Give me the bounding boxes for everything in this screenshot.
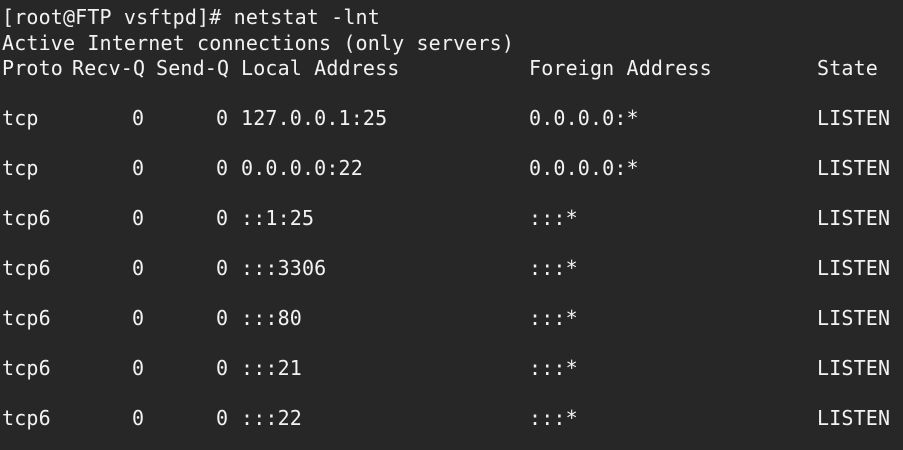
recvq-cell: 0 xyxy=(132,306,145,330)
proto-cell: tcp6 xyxy=(2,406,51,430)
state-cell: LISTEN xyxy=(817,356,891,380)
sendq-cell: 0 xyxy=(216,206,229,230)
local-address-cell: 127.0.0.1:25 xyxy=(241,106,388,130)
foreign-address-cell: :::* xyxy=(529,206,578,230)
recvq-cell: 0 xyxy=(132,156,145,180)
sendq-cell: 0 xyxy=(216,256,229,280)
foreign-address-cell: :::* xyxy=(529,256,578,280)
terminal-window[interactable]: [root@FTP vsftpd]# netstat -lnt Active I… xyxy=(0,0,903,450)
state-cell: LISTEN xyxy=(817,206,891,230)
connection-row: tcp6 0 0 ::1:25 :::* LISTEN xyxy=(0,206,903,231)
state-cell: LISTEN xyxy=(817,106,891,130)
state-cell: LISTEN xyxy=(817,306,891,330)
sendq-cell: 0 xyxy=(216,106,229,130)
proto-cell: tcp xyxy=(2,106,39,130)
state-cell: LISTEN xyxy=(817,256,891,280)
header-recvq: Recv-Q xyxy=(72,56,146,80)
output-status-line: Active Internet connections (only server… xyxy=(2,31,515,55)
local-address-cell: 0.0.0.0:22 xyxy=(241,156,363,180)
connection-row: tcp6 0 0 :::3306 :::* LISTEN xyxy=(0,256,903,281)
connection-row: tcp 0 0 127.0.0.1:25 0.0.0.0:* LISTEN xyxy=(0,106,903,131)
local-address-cell: :::22 xyxy=(241,406,302,430)
foreign-address-cell: 0.0.0.0:* xyxy=(529,106,639,130)
local-address-cell: :::80 xyxy=(241,306,302,330)
connection-row: tcp6 0 0 :::80 :::* LISTEN xyxy=(0,306,903,331)
recvq-cell: 0 xyxy=(132,356,145,380)
header-state: State xyxy=(817,56,878,80)
header-proto: Proto xyxy=(2,56,63,80)
state-cell: LISTEN xyxy=(817,406,891,430)
netstat-header-row: Proto Recv-Q Send-Q Local Address Foreig… xyxy=(0,56,903,81)
command-prompt-line: [root@FTP vsftpd]# netstat -lnt xyxy=(2,5,380,29)
sendq-cell: 0 xyxy=(216,406,229,430)
sendq-cell: 0 xyxy=(216,356,229,380)
proto-cell: tcp xyxy=(2,156,39,180)
connection-row: tcp6 0 0 :::21 :::* LISTEN xyxy=(0,356,903,381)
recvq-cell: 0 xyxy=(132,256,145,280)
recvq-cell: 0 xyxy=(132,206,145,230)
proto-cell: tcp6 xyxy=(2,206,51,230)
header-foreign-address: Foreign Address xyxy=(529,56,712,80)
foreign-address-cell: :::* xyxy=(529,306,578,330)
header-local-address: Local Address xyxy=(241,56,400,80)
foreign-address-cell: :::* xyxy=(529,406,578,430)
connection-row: tcp6 0 0 :::22 :::* LISTEN xyxy=(0,406,903,431)
proto-cell: tcp6 xyxy=(2,356,51,380)
recvq-cell: 0 xyxy=(132,406,145,430)
foreign-address-cell: 0.0.0.0:* xyxy=(529,156,639,180)
header-sendq: Send-Q xyxy=(156,56,230,80)
state-cell: LISTEN xyxy=(817,156,891,180)
foreign-address-cell: :::* xyxy=(529,356,578,380)
recvq-cell: 0 xyxy=(132,106,145,130)
local-address-cell: ::1:25 xyxy=(241,206,315,230)
proto-cell: tcp6 xyxy=(2,306,51,330)
sendq-cell: 0 xyxy=(216,306,229,330)
local-address-cell: :::3306 xyxy=(241,256,327,280)
proto-cell: tcp6 xyxy=(2,256,51,280)
sendq-cell: 0 xyxy=(216,156,229,180)
local-address-cell: :::21 xyxy=(241,356,302,380)
connection-row: tcp 0 0 0.0.0.0:22 0.0.0.0:* LISTEN xyxy=(0,156,903,181)
